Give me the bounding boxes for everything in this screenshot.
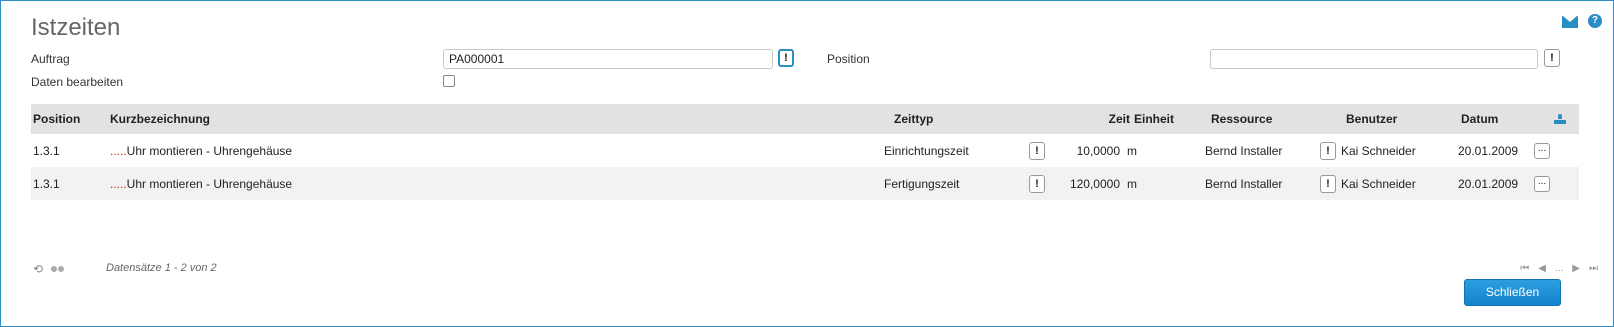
- cell-zeit: 10,0000: [1076, 143, 1120, 158]
- header-datum[interactable]: Datum: [1461, 104, 1498, 134]
- header-einheit[interactable]: Einheit: [1134, 104, 1174, 134]
- indent-dots: .....: [110, 176, 127, 191]
- row-more-button[interactable]: ...: [1534, 175, 1550, 192]
- position-lookup-button[interactable]: !: [1544, 49, 1560, 67]
- cell-kurz-text: Uhr montieren - Uhrengehäuse: [126, 176, 293, 191]
- header-zeittyp[interactable]: Zeittyp: [894, 104, 933, 134]
- prev-page-icon[interactable]: ◀: [1538, 263, 1546, 274]
- next-page-icon[interactable]: ▶: [1572, 263, 1580, 274]
- position-input[interactable]: [1210, 49, 1538, 69]
- page-ellipsis[interactable]: ...: [1555, 263, 1563, 274]
- header-position[interactable]: Position: [33, 104, 80, 134]
- cell-einheit: m: [1127, 176, 1137, 191]
- table-row[interactable]: 1.3.1 ..... Uhr montieren - Uhrengehäuse …: [31, 167, 1579, 200]
- cell-position: 1.3.1: [33, 143, 60, 158]
- cell-zeit: 120,0000: [1069, 176, 1120, 191]
- cell-ressource: Bernd Installer: [1205, 143, 1283, 158]
- load-more-icon[interactable]: [51, 266, 65, 272]
- indent-dots: .....: [110, 143, 127, 158]
- footer-tools: ⟲: [33, 262, 65, 276]
- first-page-icon[interactable]: ⏮: [1520, 263, 1529, 274]
- top-icons: ?: [1562, 14, 1602, 28]
- last-page-icon[interactable]: ⏭: [1589, 263, 1598, 274]
- row-more-button[interactable]: ...: [1534, 142, 1550, 159]
- ressource-lookup[interactable]: !: [1320, 167, 1336, 200]
- pager: ⏮ ◀ ... ▶ ⏭: [1520, 263, 1598, 274]
- cell-benutzer: Kai Schneider: [1341, 176, 1416, 191]
- help-icon[interactable]: ?: [1588, 14, 1602, 28]
- cell-ressource: Bernd Installer: [1205, 176, 1283, 191]
- ressource-lookup-button[interactable]: !: [1320, 141, 1336, 160]
- zeittyp-lookup[interactable]: !: [1029, 167, 1045, 200]
- cell-datum: 20.01.2009: [1458, 143, 1519, 158]
- row-more[interactable]: ...: [1534, 134, 1550, 167]
- cell-kurz-text: Uhr montieren - Uhrengehäuse: [126, 143, 293, 158]
- ressource-lookup-button[interactable]: !: [1320, 174, 1336, 193]
- header-ressource[interactable]: Ressource: [1211, 104, 1272, 134]
- cell-kurzbezeichnung: ..... Uhr montieren - Uhrengehäuse: [110, 134, 292, 167]
- zeittyp-lookup[interactable]: !: [1029, 134, 1045, 167]
- cell-datum: 20.01.2009: [1458, 176, 1519, 191]
- ressource-lookup[interactable]: !: [1320, 134, 1336, 167]
- daten-bearbeiten-label: Daten bearbeiten: [31, 75, 124, 89]
- header-kurzbezeichnung[interactable]: Kurzbezeichnung: [110, 104, 210, 134]
- auftrag-lookup-button[interactable]: !: [778, 49, 794, 67]
- record-count: Datensätze 1 - 2 von 2: [106, 262, 217, 274]
- cell-zeittyp: Fertigungszeit: [884, 176, 960, 191]
- cell-kurzbezeichnung: ..... Uhr montieren - Uhrengehäuse: [110, 167, 292, 200]
- cell-benutzer: Kai Schneider: [1341, 143, 1416, 158]
- auftrag-input[interactable]: [443, 49, 773, 69]
- page-title: Istzeiten: [31, 14, 121, 41]
- position-label: Position: [827, 52, 870, 66]
- zeittyp-lookup-button[interactable]: !: [1029, 141, 1045, 160]
- refresh-icon[interactable]: ⟲: [33, 262, 43, 276]
- row-more[interactable]: ...: [1534, 167, 1550, 200]
- daten-bearbeiten-checkbox[interactable]: [443, 75, 455, 87]
- istzeiten-grid: Position Kurzbezeichnung Zeittyp Zeit Ei…: [31, 104, 1579, 200]
- cell-zeittyp: Einrichtungszeit: [884, 143, 969, 158]
- column-settings[interactable]: [1554, 104, 1566, 134]
- auftrag-label: Auftrag: [31, 52, 70, 66]
- header-zeit[interactable]: Zeit: [1071, 104, 1130, 134]
- column-settings-icon[interactable]: [1554, 114, 1566, 124]
- close-button[interactable]: Schließen: [1464, 279, 1561, 306]
- cell-einheit: m: [1127, 143, 1137, 158]
- cell-position: 1.3.1: [33, 176, 60, 191]
- grid-header: Position Kurzbezeichnung Zeittyp Zeit Ei…: [31, 104, 1579, 134]
- header-benutzer[interactable]: Benutzer: [1346, 104, 1397, 134]
- mail-icon[interactable]: [1562, 16, 1578, 28]
- zeittyp-lookup-button[interactable]: !: [1029, 174, 1045, 193]
- table-row[interactable]: 1.3.1 ..... Uhr montieren - Uhrengehäuse …: [31, 134, 1579, 167]
